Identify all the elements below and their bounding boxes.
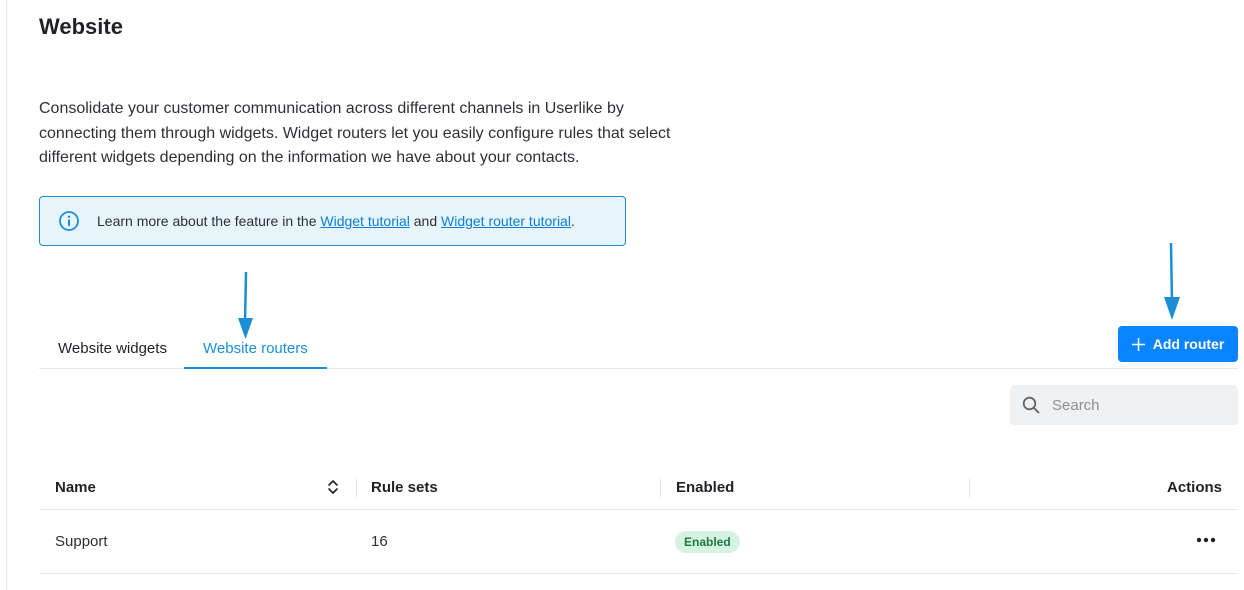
plus-icon [1131, 337, 1145, 351]
search-icon [1022, 396, 1040, 414]
column-name-label: Name [55, 479, 96, 496]
info-middle: and [409, 213, 441, 229]
page-description: Consolidate your customer communication … [39, 100, 671, 166]
column-divider [969, 479, 970, 497]
more-icon[interactable] [1196, 537, 1216, 547]
info-icon [58, 210, 80, 232]
column-divider [356, 479, 357, 497]
enabled-cell: Enabled [675, 531, 740, 553]
tab-bar: Website widgets Website routers [39, 328, 1238, 369]
info-banner: Learn more about the feature in the Widg… [39, 196, 626, 246]
search-box[interactable] [1010, 385, 1238, 425]
sort-icon[interactable] [327, 479, 339, 495]
page-title: Website [39, 14, 123, 39]
search-input[interactable] [1052, 396, 1212, 414]
column-header-name[interactable]: Name [55, 465, 355, 510]
column-divider [660, 479, 661, 497]
column-header-rule-sets: Rule sets [371, 479, 438, 496]
add-router-label: Add router [1152, 336, 1225, 352]
router-rule-sets: 16 [371, 533, 388, 550]
table-body: Support 16 Enabled [39, 510, 1238, 574]
info-prefix: Learn more about the feature in the [97, 213, 321, 229]
widget-tutorial-link[interactable]: Widget tutorial [320, 213, 409, 229]
info-suffix: . [570, 213, 575, 229]
arrow-down-icon [1164, 243, 1180, 320]
status-badge: Enabled [675, 531, 740, 553]
tab-website-widgets[interactable]: Website widgets [39, 328, 186, 369]
table-row[interactable]: Support 16 Enabled [39, 510, 1238, 574]
router-name: Support [55, 533, 108, 550]
table-header: Name Rule sets Enabled Actions [39, 465, 1238, 510]
routers-table: Name Rule sets Enabled Actions Support 1… [39, 465, 1238, 574]
widget-router-tutorial-link[interactable]: Widget router tutorial [441, 213, 571, 229]
add-router-button[interactable]: Add router [1118, 326, 1238, 362]
info-text: Learn more about the feature in the Widg… [97, 213, 575, 229]
left-border [6, 0, 7, 590]
column-header-actions: Actions [1166, 479, 1222, 496]
column-header-enabled: Enabled [676, 479, 735, 496]
tab-website-routers[interactable]: Website routers [184, 328, 327, 369]
